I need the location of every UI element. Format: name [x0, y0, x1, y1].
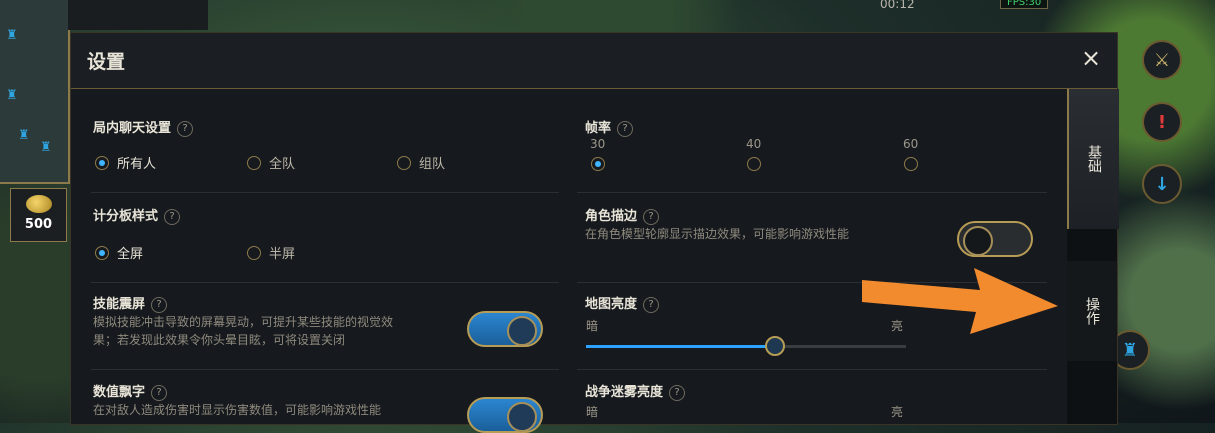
game-timer: 00:12: [880, 0, 915, 11]
radio-unselected-icon: [247, 245, 261, 260]
gold-display: 500: [10, 188, 67, 242]
category-tabs: 基础 操作: [1067, 89, 1119, 424]
radio-label: 全屏: [117, 247, 144, 262]
radio-selected-icon: [95, 245, 109, 260]
help-icon[interactable]: ?: [164, 208, 181, 225]
tab-basic[interactable]: 基础: [1067, 89, 1119, 229]
screen-shake-label: 技能震屏: [93, 297, 146, 312]
screen-shake-description: 模拟技能冲击导致的屏幕晃动，可提升某些技能的视觉效 果；若发现此效果令你头晕目眩…: [93, 313, 393, 349]
fog-brightness-title: 战争迷雾亮度?: [585, 381, 686, 401]
damage-numbers-toggle[interactable]: [467, 397, 543, 433]
screen-shake-title: 技能震屏?: [93, 293, 168, 313]
help-icon[interactable]: ?: [177, 120, 194, 137]
tab-controls[interactable]: 操作: [1067, 261, 1117, 361]
chat-settings-title: 局内聊天设置?: [93, 117, 194, 137]
help-icon[interactable]: ?: [669, 384, 686, 401]
help-icon[interactable]: ?: [643, 296, 660, 313]
screen-shake-toggle[interactable]: [467, 311, 543, 347]
scoreboard-title: 计分板样式?: [93, 205, 181, 225]
toggle-knob: [507, 402, 537, 432]
radio-unselected-icon: [247, 155, 261, 170]
divider: [577, 192, 1047, 193]
help-icon[interactable]: ?: [643, 208, 660, 225]
outline-toggle[interactable]: [957, 221, 1033, 257]
danger-signal-icon[interactable]: !: [1142, 102, 1182, 142]
scoreboard-option-full[interactable]: 全屏: [95, 243, 143, 262]
divider: [91, 192, 559, 193]
ally-tower-icon: ♜: [18, 128, 30, 143]
damage-numbers-title: 数值飘字?: [93, 381, 168, 401]
help-icon[interactable]: ?: [617, 120, 634, 137]
ally-tower-icon: ♜: [6, 88, 18, 103]
framerate-label: 帧率: [585, 121, 612, 136]
settings-content: 局内聊天设置? 所有人 全队 组队 帧率? 30 40 60 计分板样式? 全屏: [71, 89, 1067, 433]
fps-counter: FPS:30: [1000, 0, 1049, 9]
gold-amount: 500: [24, 217, 53, 232]
map-brightness-title: 地图亮度?: [585, 293, 660, 313]
radio-label: 组队: [419, 157, 446, 172]
panel-title: 设置: [87, 51, 126, 73]
slider-min-label: 暗: [586, 319, 599, 333]
panel-header: 设置 ×: [71, 33, 1117, 89]
toggle-knob: [963, 226, 993, 256]
framerate-option-60[interactable]: [904, 157, 926, 171]
chat-option-all[interactable]: 所有人: [95, 153, 156, 172]
outline-label: 角色描边: [585, 209, 638, 224]
description-line: 果；若发现此效果令你头晕目眩，可将设置关闭: [93, 333, 346, 347]
close-icon[interactable]: ×: [1079, 46, 1103, 71]
help-icon[interactable]: ?: [151, 296, 168, 313]
scoreboard-label: 计分板样式: [93, 209, 159, 224]
slider-max-label: 亮: [891, 405, 904, 419]
scoreboard-option-half[interactable]: 半屏: [247, 243, 295, 262]
retreat-signal-icon[interactable]: ↓: [1142, 164, 1182, 204]
map-brightness-label: 地图亮度: [585, 297, 638, 312]
chat-settings-label: 局内聊天设置: [93, 121, 172, 136]
radio-unselected-icon: [397, 155, 411, 170]
minimap[interactable]: ♜ ♜ ♜ ♜: [0, 0, 70, 184]
slider-thumb[interactable]: [764, 336, 785, 356]
radio-label: 半屏: [269, 247, 296, 262]
framerate-value-40: 40: [746, 137, 762, 151]
framerate-value-30: 30: [590, 137, 606, 151]
radio-label: 全队: [269, 157, 296, 172]
enemy-map-strip: [68, 0, 208, 30]
gold-coin-icon: [25, 195, 52, 213]
radio-unselected-icon: [747, 157, 761, 171]
radio-unselected-icon: [904, 157, 918, 171]
divider: [577, 369, 1047, 370]
ally-tower-icon: ♜: [6, 28, 18, 43]
radio-label: 所有人: [117, 157, 157, 172]
settings-panel: 设置 × 局内聊天设置? 所有人 全队 组队 帧率? 30 40 60 计分板样…: [70, 32, 1119, 433]
divider: [91, 282, 559, 283]
damage-numbers-description: 在对敌人造成伤害时显示伤害数值，可能影响游戏性能: [93, 403, 382, 417]
framerate-option-40[interactable]: [747, 157, 769, 171]
framerate-value-60: 60: [903, 137, 919, 151]
ally-tower-icon: ♜: [40, 140, 52, 155]
framerate-title: 帧率?: [585, 117, 634, 137]
radio-selected-icon: [591, 157, 605, 171]
description-line: 模拟技能冲击导致的屏幕晃动，可提升某些技能的视觉效: [93, 315, 394, 329]
chat-option-party[interactable]: 组队: [397, 153, 445, 172]
help-icon[interactable]: ?: [151, 384, 168, 401]
pointer-arrow-icon: [862, 268, 1058, 334]
damage-numbers-label: 数值飘字: [93, 385, 146, 400]
toggle-knob: [507, 316, 537, 346]
attack-signal-icon[interactable]: ⚔: [1142, 40, 1182, 80]
outline-description: 在角色模型轮廓显示描边效果，可能影响游戏性能: [585, 227, 850, 241]
fog-brightness-label: 战争迷雾亮度: [585, 385, 664, 400]
outline-title: 角色描边?: [585, 205, 660, 225]
framerate-option-30[interactable]: [591, 157, 613, 171]
chat-option-team[interactable]: 全队: [247, 153, 295, 172]
slider-min-label: 暗: [586, 405, 599, 419]
divider: [91, 369, 559, 370]
radio-selected-icon: [95, 155, 109, 170]
slider-fill: [586, 345, 775, 348]
